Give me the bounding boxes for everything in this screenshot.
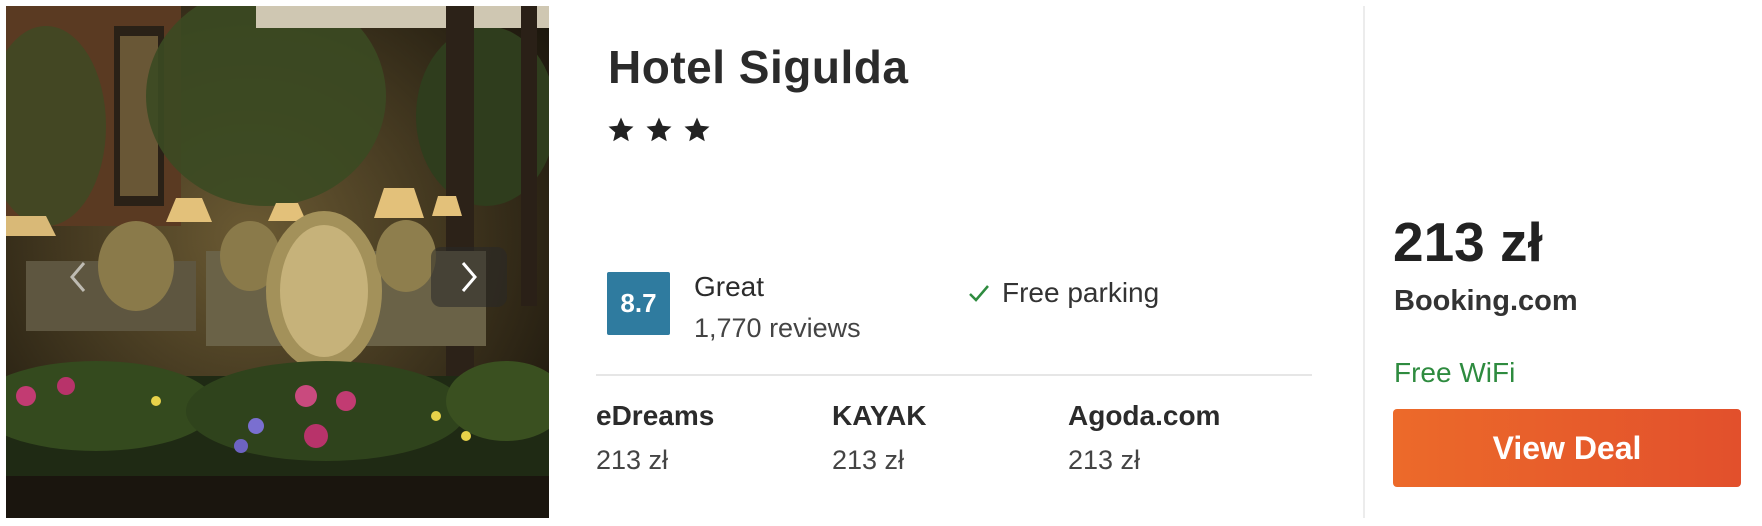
star-icon xyxy=(684,117,710,142)
checkmark-icon xyxy=(969,285,989,302)
gallery-prev-button[interactable] xyxy=(40,247,116,307)
chevron-left-icon xyxy=(70,262,86,292)
provider-name: Agoda.com xyxy=(1068,400,1221,431)
provider-edreams[interactable]: eDreams 213 zł xyxy=(596,400,714,476)
chevron-right-icon xyxy=(461,262,477,292)
hotel-photo[interactable] xyxy=(6,6,549,518)
provider-kayak[interactable]: KAYAK 213 zł xyxy=(832,400,926,476)
provider-price: 213 zł xyxy=(596,445,669,475)
column-divider xyxy=(1363,6,1365,518)
divider xyxy=(596,374,1312,376)
provider-name: eDreams xyxy=(596,400,715,431)
amenity-free-wifi: Free WiFi xyxy=(1394,357,1516,388)
rating-label: Great xyxy=(694,271,765,302)
rating-score-badge: 8.7 xyxy=(607,272,670,335)
review-count[interactable]: 1,770 reviews xyxy=(694,313,861,344)
provider-price: 213 zł xyxy=(1068,445,1141,475)
amenity-free-parking: Free parking xyxy=(966,277,1159,309)
provider-agoda[interactable]: Agoda.com 213 zł xyxy=(1068,400,1220,476)
amenity-label: Free parking xyxy=(1002,277,1160,308)
hotel-stars xyxy=(606,115,712,145)
provider-price: 213 zł xyxy=(832,445,905,475)
view-deal-button[interactable]: View Deal xyxy=(1393,409,1741,487)
star-icon xyxy=(608,117,634,142)
hotel-result-card[interactable]: Hotel Sigulda 8.7 Great 1,770 reviews Fr… xyxy=(0,0,1762,526)
deal-price: 213 zł xyxy=(1393,211,1543,273)
deal-provider: Booking.com xyxy=(1394,285,1578,317)
gallery-next-button[interactable] xyxy=(431,247,507,307)
hotel-name[interactable]: Hotel Sigulda xyxy=(608,40,908,94)
star-icon xyxy=(646,117,672,142)
provider-name: KAYAK xyxy=(832,400,927,431)
